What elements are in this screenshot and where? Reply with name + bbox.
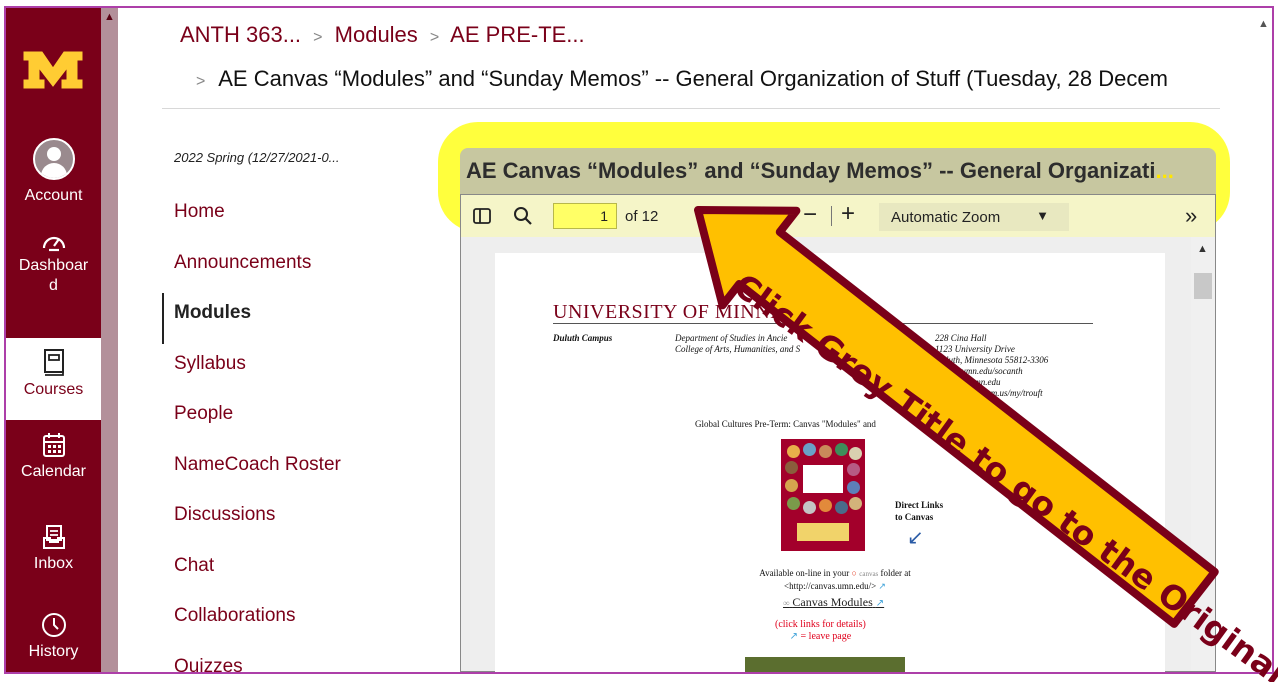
dashboard-icon (42, 236, 65, 252)
document-subtitle: Global Cultures Pre-Term: Canvas "Module… (695, 419, 876, 429)
chevron-right-icon: > (313, 29, 323, 46)
canvas-word: canvas (859, 570, 879, 578)
global-nav-label: Dashboard (18, 257, 89, 294)
course-nav-discussions[interactable]: Discussions (162, 495, 422, 546)
header-divider (162, 108, 1220, 109)
external-link-icon: ↗ (878, 581, 886, 591)
page-scrollbar[interactable]: ▲ (1254, 8, 1272, 672)
click-links-note: (click links for details) ↗ = leave page (775, 619, 866, 643)
global-nav-label: History (28, 643, 79, 660)
document-title-link[interactable]: AE Canvas “Modules” and “Sunday Memos” -… (460, 148, 1216, 194)
global-nav-label: Calendar (21, 463, 86, 480)
search-icon[interactable] (513, 206, 533, 226)
zoom-select-value: Automatic Zoom (891, 209, 1001, 226)
external-link-icon: ↗ (875, 598, 885, 609)
account-avatar-icon (32, 138, 75, 180)
document-title-ellipsis: ... (1155, 158, 1174, 183)
leave-page-text: = leave page (800, 631, 852, 642)
breadcrumb-current-item: AE Canvas “Modules” and “Sunday Memos” -… (218, 66, 1168, 91)
course-nav-quizzes[interactable]: Quizzes (162, 647, 422, 673)
canvas-modules-label: Canvas Modules (792, 595, 873, 609)
availability-text: Available on-line in your ○ canvas folde… (725, 567, 945, 592)
address-line: troufi@d.umn.edu (935, 377, 1001, 387)
breadcrumb: ANTH 363... > Modules > AE PRE-TE... (180, 22, 585, 48)
global-nav-calendar[interactable]: Calendar (6, 432, 101, 482)
page-number-input[interactable]: 1 (553, 203, 617, 229)
breadcrumb-modules-link[interactable]: Modules (335, 22, 418, 47)
breadcrumb-module-link[interactable]: AE PRE-TE... (450, 22, 584, 47)
external-link-icon: ↗ (789, 631, 799, 642)
link-icon: ∞ (783, 598, 790, 608)
document-title-text: AE Canvas “Modules” and “Sunday Memos” -… (466, 158, 1156, 183)
inbox-icon (42, 525, 65, 549)
page-count: of 12 (625, 208, 659, 225)
global-nav-dashboard[interactable]: Dashboard (6, 230, 101, 296)
history-clock-icon (41, 613, 66, 637)
direct-links-line: to Canvas (895, 512, 934, 522)
courses-icon (43, 349, 64, 376)
sidebar-toggle-icon[interactable] (473, 208, 491, 224)
chevron-down-icon: ▼ (1036, 208, 1049, 223)
global-nav-history[interactable]: History (6, 612, 101, 662)
click-links-text: (click links for details) (775, 619, 866, 630)
course-nav-announcements[interactable]: Announcements (162, 243, 422, 294)
chevron-right-icon: > (196, 73, 206, 90)
pdf-toolbar: 1 of 12 − + Automatic Zoom ▼ » (461, 195, 1215, 237)
scroll-up-icon[interactable]: ▲ (1197, 243, 1208, 255)
global-nav-scrollbar[interactable]: ▲ (101, 8, 118, 672)
calendar-icon (42, 433, 65, 457)
address-line: Duluth, Minnesota 55812-3306 (935, 355, 1049, 365)
zoom-out-icon[interactable]: − (803, 201, 817, 229)
course-nav-collaborations[interactable]: Collaborations (162, 596, 422, 647)
chevron-right-icon: > (429, 29, 440, 46)
global-nav-label: Courses (23, 381, 84, 398)
canvas-window: Account Dashboard Courses Calendar Inbox… (4, 6, 1274, 674)
document-photo (745, 657, 905, 672)
address-line: 1123 University Drive (935, 344, 1015, 354)
breadcrumb-course-link[interactable]: ANTH 363... (180, 22, 301, 47)
direct-links-note: Direct Links to Canvas (895, 499, 943, 523)
pdf-viewer: 1 of 12 − + Automatic Zoom ▼ » UNIVERSIT… (460, 194, 1216, 672)
global-nav-inbox[interactable]: Inbox (6, 524, 101, 574)
toolbar-divider (831, 206, 832, 226)
course-nav-namecoach-roster[interactable]: NameCoach Roster (162, 445, 422, 496)
course-nav-modules[interactable]: Modules (162, 293, 422, 344)
zoom-select[interactable]: Automatic Zoom ▼ (879, 203, 1069, 231)
course-nav-home[interactable]: Home (162, 192, 422, 243)
scrollbar-thumb[interactable] (1194, 273, 1212, 299)
letterhead-campus: Duluth Campus (553, 333, 613, 343)
breadcrumb-current: > AE Canvas “Modules” and “Sunday Memos”… (196, 66, 1168, 92)
canvas-url-link[interactable]: <http://canvas.umn.edu/> (784, 581, 876, 591)
global-nav-label: Inbox (33, 555, 74, 572)
canvas-modules-link[interactable]: ∞ Canvas Modules ↗ (783, 595, 884, 610)
pdf-page: UNIVERSITY OF MINNESO Duluth Campus Depa… (495, 253, 1165, 672)
global-nav-courses[interactable]: Courses (6, 338, 101, 420)
more-tools-icon[interactable]: » (1185, 203, 1197, 229)
letterhead-address: 228 Cina Hall 1123 University Drive Dulu… (935, 333, 1048, 399)
course-nav-syllabus[interactable]: Syllabus (162, 344, 422, 395)
availability-suffix: folder at (880, 568, 911, 578)
global-navigation: Account Dashboard Courses Calendar Inbox… (6, 8, 101, 672)
dept-line: College of Arts, Humanities, and S (675, 344, 801, 354)
direct-links-line: Direct Links (895, 500, 944, 510)
term-label: 2022 Spring (12/27/2021-0... (174, 150, 340, 165)
availability-prefix: Available on-line in your (759, 568, 850, 578)
scroll-up-icon[interactable]: ▲ (104, 12, 115, 23)
course-nav-chat[interactable]: Chat (162, 546, 422, 597)
address-line: 228 Cina Hall (935, 333, 987, 343)
address-line: www.d.umn.edu/socanth (935, 366, 1023, 376)
global-nav-account[interactable]: Account (6, 138, 101, 206)
university-logo[interactable] (22, 48, 84, 92)
global-nav-label: Account (24, 187, 83, 204)
course-navigation: Home Announcements Modules Syllabus Peop… (162, 192, 422, 673)
address-line: https://umn.zoom.us/my/trouft (935, 388, 1043, 398)
book-cover-image (781, 439, 865, 551)
zoom-in-icon[interactable]: + (841, 200, 855, 228)
scroll-up-icon[interactable]: ▲ (1258, 18, 1269, 30)
course-nav-people[interactable]: People (162, 394, 422, 445)
canvas-logo-icon: ○ (851, 568, 857, 578)
arrow-down-left-icon: ↙ (907, 527, 924, 549)
